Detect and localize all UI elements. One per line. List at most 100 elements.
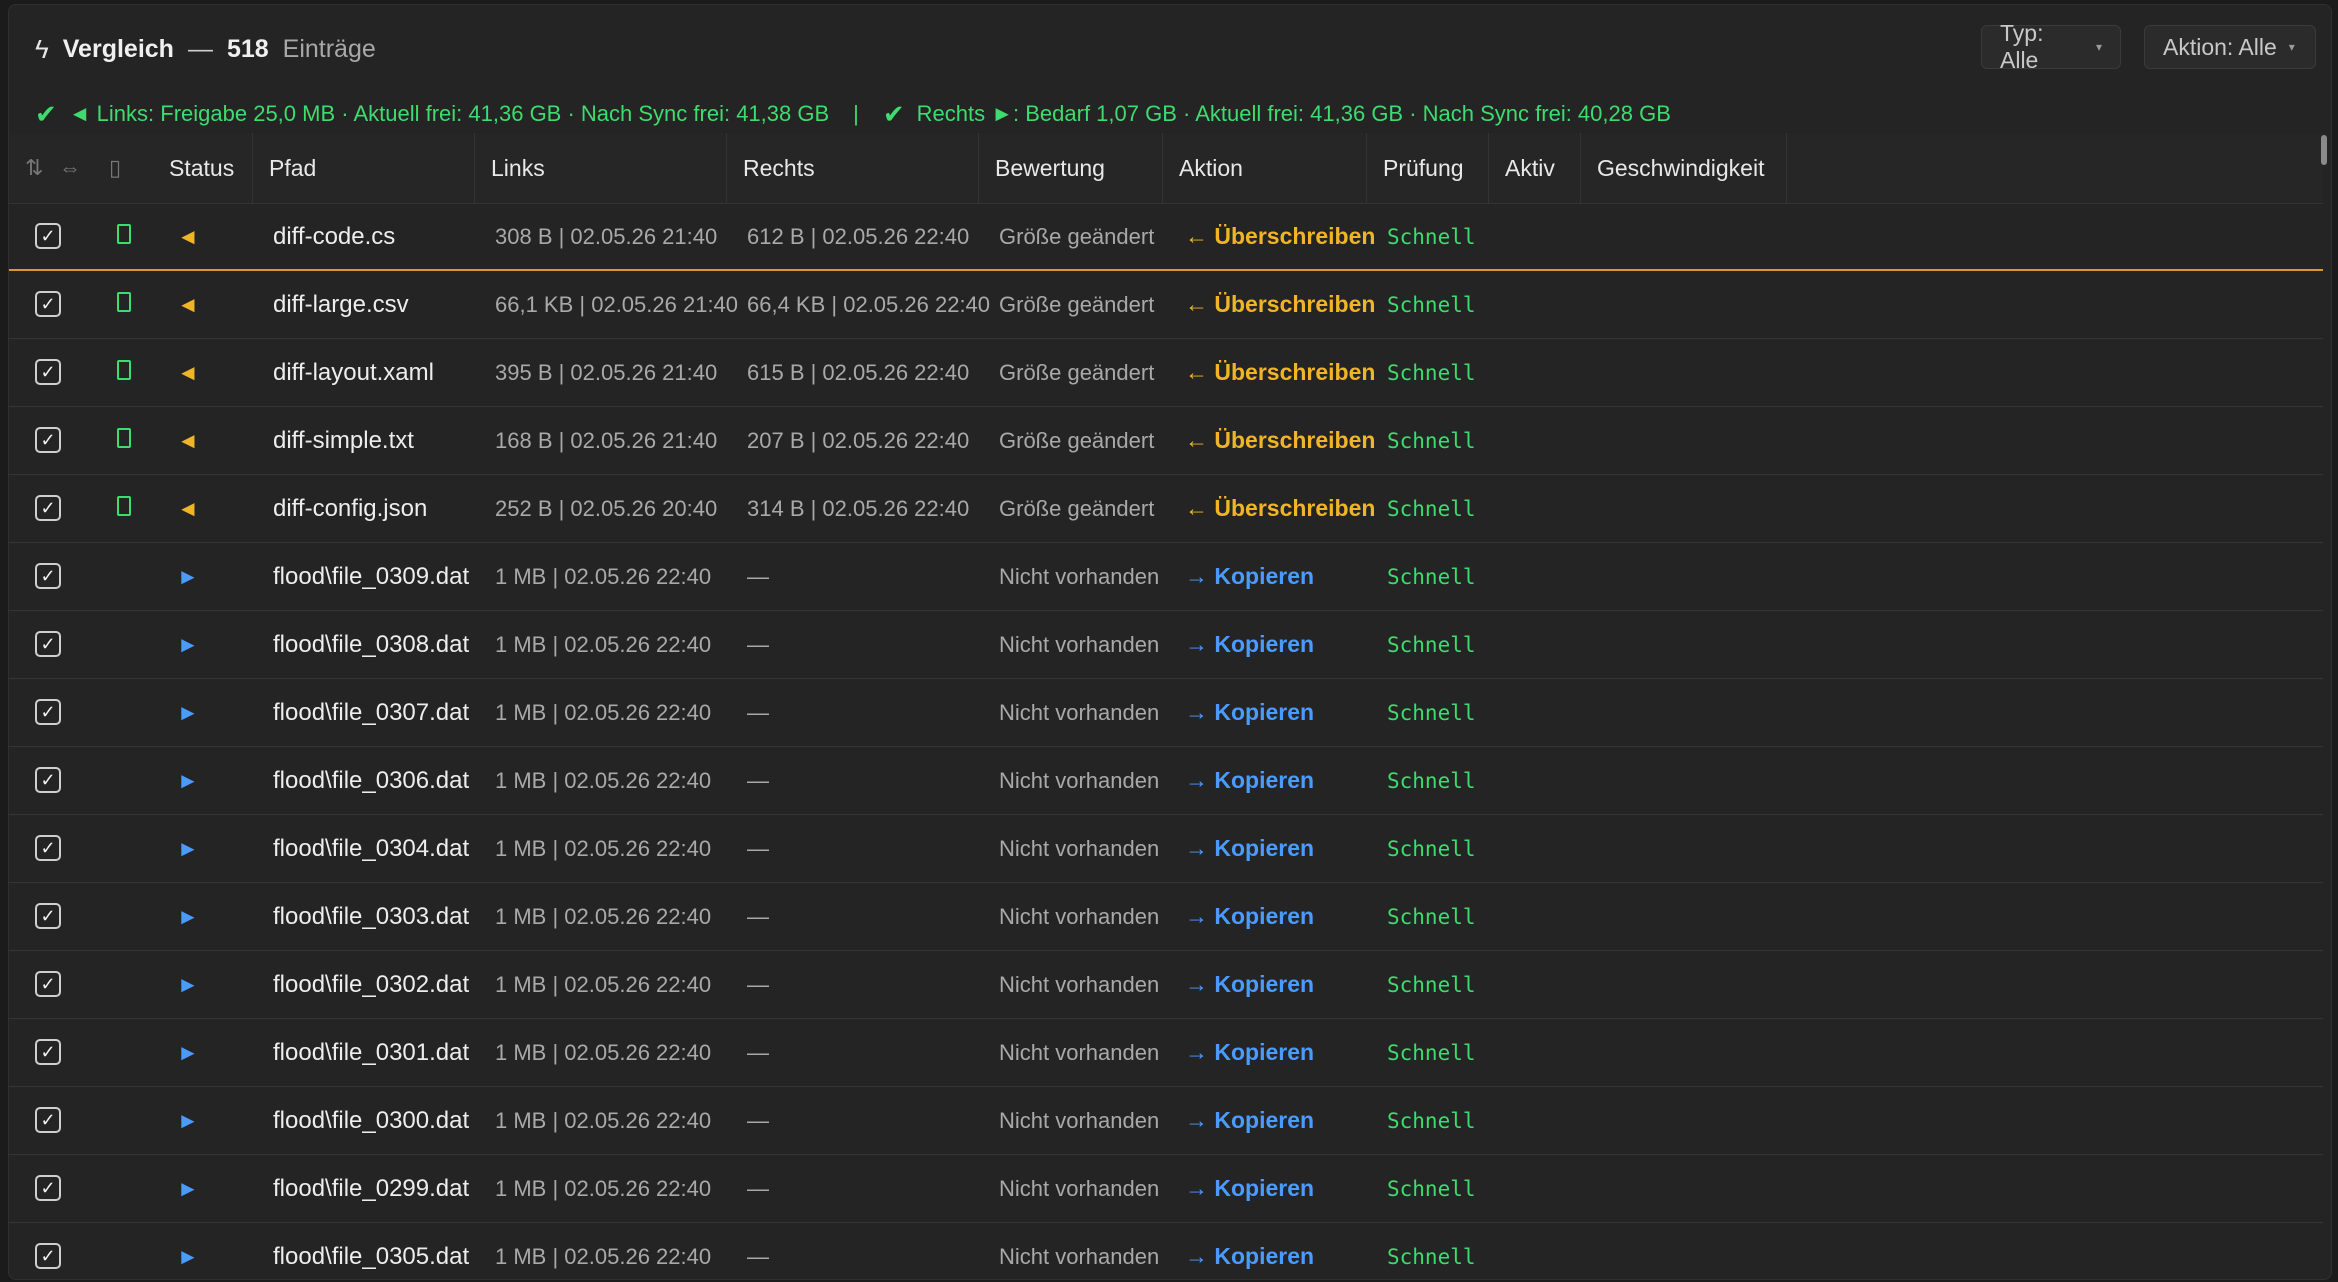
row-checkbox[interactable]: ✓: [35, 835, 61, 861]
row-checkbox[interactable]: ✓: [35, 1107, 61, 1133]
column-header-links[interactable]: Links: [475, 133, 727, 203]
vertical-scrollbar[interactable]: [2319, 133, 2329, 1279]
table-row[interactable]: ✓ ► flood\file_0303.dat 1 MB | 02.05.26 22:…: [9, 883, 2323, 951]
row-aktion[interactable]: ← Überschreiben: [1185, 271, 1375, 338]
row-pruefung: Schnell: [1387, 768, 1476, 793]
row-bewertung: Nicht vorhanden: [999, 835, 1160, 861]
row-path: flood\file_0307.dat: [273, 698, 470, 726]
table-row[interactable]: ✓ ► flood\file_0307.dat 1 MB | 02.05.26 22:…: [9, 679, 2323, 747]
row-bewertung: Größe geändert: [999, 291, 1155, 317]
row-checkbox[interactable]: ✓: [35, 699, 61, 725]
row-aktion[interactable]: → Kopieren: [1185, 1087, 1314, 1154]
row-checkbox[interactable]: ✓: [35, 495, 61, 521]
row-aktion[interactable]: → Kopieren: [1185, 1019, 1314, 1086]
table-row[interactable]: ✓ ◄ diff-code.cs 308 B | 02.05.26 21:40 612 …: [9, 203, 2323, 271]
column-header-geschwindigkeit[interactable]: Geschwindigkeit: [1581, 133, 1787, 203]
file-icon: ▯: [109, 155, 122, 180]
title-bar: ϟ Vergleich — 518 Einträge Typ: Alle ▾ A…: [9, 5, 2331, 85]
row-bewertung: Größe geändert: [999, 427, 1155, 453]
row-checkbox[interactable]: ✓: [35, 563, 61, 589]
table-row[interactable]: ✓ ► flood\file_0306.dat 1 MB | 02.05.26 22:…: [9, 747, 2323, 815]
title-text: Vergleich: [62, 34, 174, 63]
row-links: 308 B | 02.05.26 21:40: [495, 223, 718, 249]
row-path: diff-layout.xaml: [273, 358, 434, 386]
type-filter-dropdown[interactable]: Typ: Alle ▾: [1981, 20, 2121, 73]
row-checkbox[interactable]: ✓: [35, 291, 61, 317]
row-links: 1 MB | 02.05.26 22:40: [495, 971, 712, 997]
row-bewertung: Größe geändert: [999, 223, 1155, 249]
row-rechts: —: [747, 1107, 769, 1133]
table-row[interactable]: ✓ ◄ diff-large.csv 66,1 KB | 02.05.26 21:40…: [9, 271, 2323, 339]
checkmark-icon: ✔: [882, 98, 905, 129]
row-checkbox[interactable]: ✓: [35, 903, 61, 929]
arrow-right-icon: ►: [177, 1243, 199, 1269]
table-row[interactable]: ✓ ► flood\file_0301.dat 1 MB | 02.05.26 22:…: [9, 1019, 2323, 1087]
row-aktion[interactable]: ← Überschreiben: [1185, 203, 1375, 270]
table-row[interactable]: ✓ ► flood\file_0304.dat 1 MB | 02.05.26 22:…: [9, 815, 2323, 883]
table-row[interactable]: ✓ ► flood\file_0305.dat 1 MB | 02.05.26 22:…: [9, 1223, 2323, 1279]
row-aktion[interactable]: ← Überschreiben: [1185, 475, 1375, 542]
row-aktion[interactable]: → Kopieren: [1185, 1223, 1314, 1279]
row-pruefung: Schnell: [1387, 700, 1476, 725]
table-row[interactable]: ✓ ► flood\file_0300.dat 1 MB | 02.05.26 22:…: [9, 1087, 2323, 1155]
row-rechts: —: [747, 631, 769, 657]
row-aktion[interactable]: ← Überschreiben: [1185, 339, 1375, 406]
row-checkbox[interactable]: ✓: [35, 631, 61, 657]
swap-arrows-icon[interactable]: ⇔: [59, 133, 81, 203]
column-header-aktion[interactable]: Aktion: [1163, 133, 1367, 203]
row-path: flood\file_0309.dat: [273, 562, 470, 590]
table-row[interactable]: ✓ ► flood\file_0308.dat 1 MB | 02.05.26 22:…: [9, 611, 2323, 679]
table-row[interactable]: ✓ ◄ diff-simple.txt 168 B | 02.05.26 21:40 2…: [9, 407, 2323, 475]
column-header-aktiv[interactable]: Aktiv: [1489, 133, 1581, 203]
row-checkbox[interactable]: ✓: [35, 767, 61, 793]
row-checkbox[interactable]: ✓: [35, 971, 61, 997]
row-checkbox[interactable]: ✓: [35, 223, 61, 249]
table-row[interactable]: ✓ ◄ diff-layout.xaml 395 B | 02.05.26 21:40…: [9, 339, 2323, 407]
column-header-status[interactable]: Status: [153, 133, 253, 203]
row-pruefung: Schnell: [1387, 836, 1476, 861]
file-icon: [117, 224, 131, 244]
compare-table: ⇅ ⇔ ▯ Status Pfad Links Rechts Bewertung…: [9, 133, 2323, 1279]
row-rechts: —: [747, 1243, 769, 1269]
row-bewertung: Nicht vorhanden: [999, 1243, 1160, 1269]
row-checkbox[interactable]: ✓: [35, 1175, 61, 1201]
row-checkbox[interactable]: ✓: [35, 427, 61, 453]
file-icon: [117, 360, 131, 380]
table-row[interactable]: ✓ ► flood\file_0302.dat 1 MB | 02.05.26 22:…: [9, 951, 2323, 1019]
arrow-right-icon: ►: [177, 971, 199, 997]
row-aktion[interactable]: → Kopieren: [1185, 883, 1314, 950]
row-aktion[interactable]: → Kopieren: [1185, 679, 1314, 746]
sort-arrows-icon[interactable]: ⇅: [25, 133, 43, 203]
row-aktion[interactable]: → Kopieren: [1185, 815, 1314, 882]
row-links: 1 MB | 02.05.26 22:40: [495, 631, 712, 657]
table-row[interactable]: ✓ ◄ diff-config.json 252 B | 02.05.26 20:40…: [9, 475, 2323, 543]
row-path: flood\file_0305.dat: [273, 1242, 470, 1270]
row-bewertung: Größe geändert: [999, 359, 1155, 385]
row-aktion[interactable]: → Kopieren: [1185, 543, 1314, 610]
row-aktion[interactable]: → Kopieren: [1185, 747, 1314, 814]
column-header-pfad[interactable]: Pfad: [253, 133, 475, 203]
column-header-bewertung[interactable]: Bewertung: [979, 133, 1163, 203]
action-filter-dropdown[interactable]: Aktion: Alle ▾: [2144, 25, 2316, 69]
row-aktion[interactable]: → Kopieren: [1185, 1155, 1314, 1222]
column-header-rechts[interactable]: Rechts: [727, 133, 979, 203]
row-checkbox[interactable]: ✓: [35, 1243, 61, 1269]
table-row[interactable]: ✓ ► flood\file_0309.dat 1 MB | 02.05.26 22:…: [9, 543, 2323, 611]
scrollbar-thumb[interactable]: [2321, 135, 2327, 165]
row-checkbox[interactable]: ✓: [35, 1039, 61, 1065]
row-aktion[interactable]: → Kopieren: [1185, 951, 1314, 1018]
row-aktion[interactable]: ← Überschreiben: [1185, 407, 1375, 474]
table-row[interactable]: ✓ ► flood\file_0299.dat 1 MB | 02.05.26 22:…: [9, 1155, 2323, 1223]
arrow-right-icon: ►: [177, 903, 199, 929]
arrow-left-icon: ◄: [177, 359, 199, 385]
chevron-down-icon: ▾: [2288, 40, 2295, 54]
column-header-pruefung[interactable]: Prüfung: [1367, 133, 1489, 203]
row-checkbox[interactable]: ✓: [35, 359, 61, 385]
file-icon: [117, 496, 131, 516]
row-path: diff-large.csv: [273, 290, 409, 318]
row-path: flood\file_0304.dat: [273, 834, 470, 862]
row-bewertung: Nicht vorhanden: [999, 699, 1160, 725]
row-links: 168 B | 02.05.26 21:40: [495, 427, 718, 453]
row-rechts: 66,4 KB | 02.05.26 22:40: [747, 291, 991, 317]
row-aktion[interactable]: → Kopieren: [1185, 611, 1314, 678]
